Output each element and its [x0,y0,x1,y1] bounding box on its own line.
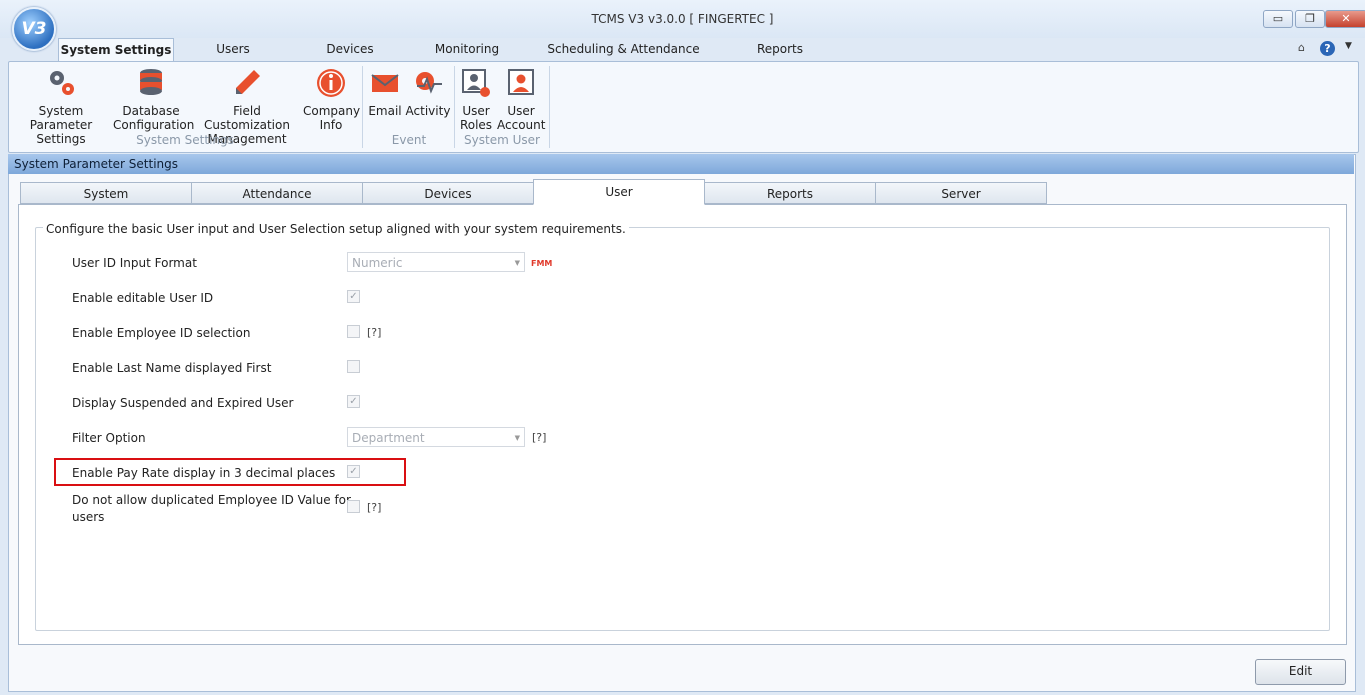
user-account-icon [508,69,534,95]
suspended-expired-label: Display Suspended and Expired User [72,396,294,410]
pay-rate-decimals-checkbox[interactable]: ✓ [347,465,360,478]
envelope-icon [371,74,399,92]
ribbon-button-label-line1: Field Customization [204,104,290,132]
ribbon-separator [454,66,455,148]
gears-icon [50,71,74,95]
tab-reports[interactable]: Reports [704,182,876,204]
app-logo-icon[interactable]: V3 [12,7,56,51]
minimize-button[interactable]: ▭ [1263,10,1293,28]
menu-tab-reports[interactable]: Reports [748,38,812,61]
no-duplicate-employee-id-label: Do not allow duplicated Employee ID Valu… [72,493,351,507]
pencil-icon [236,70,260,94]
editable-user-id-label: Enable editable User ID [72,291,214,305]
user-id-format-select[interactable]: Numeric ▼ [347,252,525,272]
ribbon-group-system-settings: System Settings [136,133,234,147]
activity-gear-icon [416,72,442,94]
tab-attendance[interactable]: Attendance [191,182,363,204]
chevron-down-icon: ▼ [514,259,520,267]
tab-server[interactable]: Server [875,182,1047,204]
ribbon-group-event: Event [391,133,427,147]
ribbon-group-system-user: System User [464,133,540,147]
ribbon-button-label-line1: Database [122,104,180,118]
user-roles-button[interactable]: User Roles [457,66,495,132]
filter-option-help[interactable]: [?] [532,431,546,444]
ribbon-button-label-line1: Email [368,104,402,118]
chevron-down-icon: ▼ [514,434,520,442]
employee-id-selection-help[interactable]: [?] [367,326,381,339]
filter-option-select[interactable]: Department ▼ [347,427,525,447]
no-duplicate-employee-id-label-line2: users [72,510,105,524]
menu-tab-scheduling-attendance[interactable]: Scheduling & Attendance [545,38,702,61]
employee-id-selection-checkbox[interactable] [347,325,360,338]
last-name-first-checkbox[interactable] [347,360,360,373]
database-configuration-button[interactable]: Database Configuration [113,66,195,132]
ribbon-button-label-line1: User [462,104,490,118]
editable-user-id-checkbox[interactable]: ✓ [347,290,360,303]
menu-tab-system-settings[interactable]: System Settings [58,38,174,62]
window-title: TCMS V3 v3.0.0 [ FINGERTEC ] [591,12,774,26]
employee-id-selection-label: Enable Employee ID selection [72,326,251,340]
collapse-ribbon-icon[interactable]: ⌂ [1298,41,1305,54]
user-id-format-value: Numeric [352,256,403,270]
last-name-first-label: Enable Last Name displayed First [72,361,272,375]
edit-button[interactable]: Edit [1255,659,1346,685]
ribbon-separator [549,66,550,148]
tab-user[interactable]: User [533,179,705,205]
groupbox-caption: Configure the basic User input and User … [43,222,629,236]
ribbon-button-label-line1: System Parameter [29,104,93,132]
ribbon-button-label-line2: Roles [459,118,493,132]
email-button[interactable]: Email [366,66,404,118]
suspended-expired-checkbox[interactable]: ✓ [347,395,360,408]
close-button[interactable]: ✕ [1325,10,1365,28]
info-icon [317,69,345,97]
help-icon[interactable]: ? [1320,41,1335,56]
filter-option-label: Filter Option [72,431,146,445]
database-icon [140,69,162,95]
activity-button[interactable]: Activity [405,66,451,118]
no-duplicate-employee-id-help[interactable]: [?] [367,501,381,514]
no-duplicate-employee-id-checkbox[interactable] [347,500,360,513]
panel-title: System Parameter Settings [8,154,1354,174]
ribbon-button-label-line1: Company [303,104,361,118]
user-settings-groupbox [35,227,1330,631]
ribbon-button-label-line1: Activity [405,104,451,118]
menu-tab-monitoring[interactable]: Monitoring [425,38,509,61]
tab-system[interactable]: System [20,182,192,204]
restore-button[interactable]: ❐ [1295,10,1325,28]
ribbon-button-label-line1: User [507,104,535,118]
filter-option-value: Department [352,431,425,445]
menu-tab-users[interactable]: Users [200,38,266,61]
ribbon-button-label-line2: Info [319,118,343,132]
user-id-format-label: User ID Input Format [72,256,197,270]
user-roles-icon [462,69,490,97]
tab-devices[interactable]: Devices [362,182,534,204]
pay-rate-decimals-label: Enable Pay Rate display in 3 decimal pla… [72,466,336,480]
menu-tab-devices[interactable]: Devices [315,38,385,61]
fmm-badge: FMM [531,259,553,268]
ribbon-button-label-line2: Account [497,118,546,132]
chevron-down-icon[interactable]: ▼ [1345,41,1352,51]
company-info-button[interactable]: Company Info [303,66,361,132]
ribbon-separator [362,66,363,148]
ribbon-button-label-line2: Configuration [113,118,195,132]
user-account-button[interactable]: User Account [497,66,545,132]
